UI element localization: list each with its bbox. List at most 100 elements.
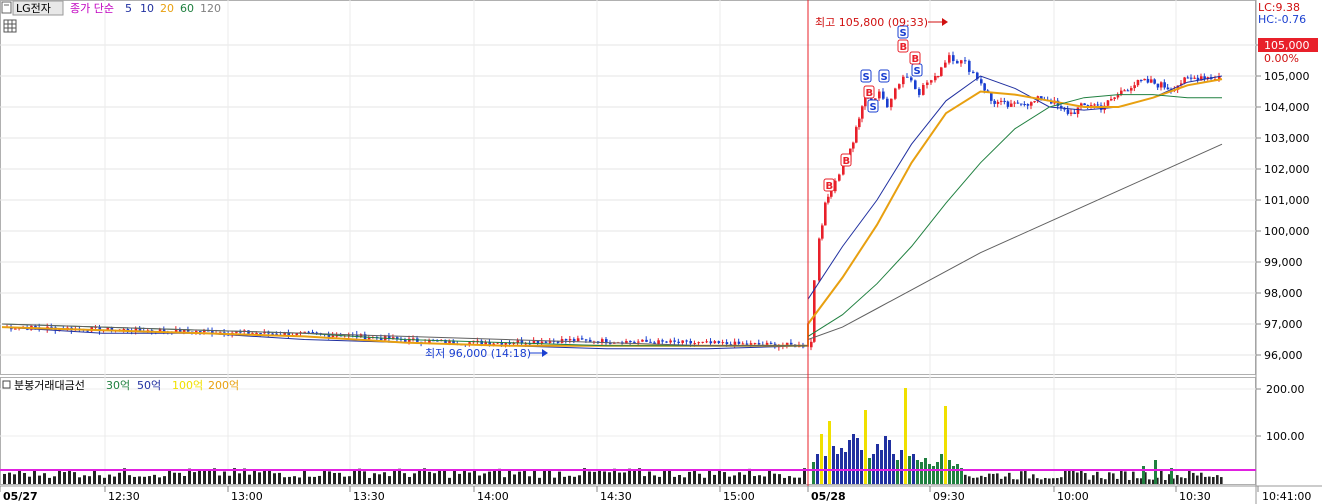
ma5-label: 5: [125, 2, 132, 15]
candle-body: [930, 80, 933, 83]
candle-body: [827, 196, 830, 203]
volume-bar: [398, 468, 401, 484]
table-grid-icon[interactable]: [3, 19, 17, 33]
candle-body: [882, 91, 885, 99]
volume-bar: [543, 470, 546, 484]
candle-body: [753, 343, 757, 345]
candle-body: [657, 340, 660, 345]
volume-bar: [852, 434, 855, 484]
candle-body: [993, 100, 996, 104]
ma20-label: 20: [160, 2, 174, 15]
candle-body: [990, 92, 993, 101]
volume-bar: [563, 476, 566, 484]
volume-bar: [1108, 472, 1111, 484]
volume-bar: [1192, 472, 1195, 484]
volume-bar: [598, 470, 601, 484]
candle-body: [890, 98, 893, 108]
volume-bar: [43, 473, 46, 484]
candle-body: [741, 343, 745, 345]
price-tick-label: 99,000: [1264, 256, 1303, 269]
volume-bar: [944, 406, 947, 484]
volume-bar: [338, 472, 341, 484]
volume-bar: [278, 472, 281, 484]
volume-bar: [968, 476, 971, 484]
volume-bar: [353, 470, 356, 484]
volume-bar: [1148, 479, 1151, 484]
volume-bar: [683, 477, 686, 484]
volume-bar: [58, 469, 61, 484]
volume-bar: [844, 452, 847, 484]
volume-bar: [693, 469, 696, 484]
candle-body: [1070, 112, 1073, 114]
candle-body: [504, 342, 508, 345]
volume-bar: [453, 470, 456, 484]
time-tick-label: 10:30: [1179, 490, 1211, 503]
candle-body: [1076, 107, 1080, 114]
price-tick-label: 97,000: [1264, 318, 1303, 331]
candle-body: [580, 338, 584, 340]
volume-bar: [23, 472, 26, 484]
volume-bar: [1056, 478, 1059, 484]
volume-bar: [178, 472, 181, 484]
volume-bar: [203, 470, 206, 484]
volume-bar: [948, 460, 951, 484]
volume-bar: [952, 466, 955, 484]
price-tick-label: 105,000: [1264, 70, 1310, 83]
volume-bar: [763, 476, 766, 484]
volume-panel-toggle-icon[interactable]: [2, 380, 11, 389]
volume-bar: [393, 470, 396, 484]
candle-body: [906, 76, 909, 78]
volume-bar: [1016, 479, 1019, 484]
candle-body: [1136, 79, 1140, 86]
volume-bar: [1052, 478, 1055, 484]
volume-level-100: 100억: [172, 379, 203, 392]
time-tick-label: 13:00: [231, 490, 263, 503]
candle-body: [902, 76, 905, 85]
candle-body: [1033, 101, 1036, 103]
candle-body: [960, 60, 963, 64]
volume-bar: [1076, 472, 1079, 484]
low-annotation: 최저 96,000 (14:18): [425, 347, 531, 360]
volume-bar: [73, 472, 76, 484]
candle-body: [861, 106, 864, 119]
high-annotation: 최고 105,800 (09:33): [815, 16, 928, 29]
volume-bar: [856, 438, 859, 484]
volume-bar: [1212, 476, 1215, 484]
volume-bar: [93, 469, 96, 484]
candle-body: [926, 82, 929, 85]
volume-bar: [1092, 475, 1095, 484]
volume-bar: [828, 421, 831, 484]
candle-body: [275, 333, 278, 335]
volume-bar: [896, 460, 899, 484]
volume-bar: [33, 469, 36, 484]
volume-bar: [403, 473, 406, 484]
candle-body: [948, 55, 951, 63]
candle-body: [198, 331, 202, 333]
volume-bar: [223, 471, 226, 484]
volume-tick-label: 100.00: [1266, 430, 1305, 443]
volume-bar: [493, 470, 496, 484]
volume-bar: [298, 477, 301, 484]
volume-bar: [78, 477, 81, 484]
volume-bar: [163, 476, 166, 484]
volume-bar: [263, 471, 266, 484]
candle-body: [689, 340, 693, 344]
volume-bar: [503, 477, 506, 484]
time-tick-label: 05/27: [3, 490, 38, 503]
candle-body: [681, 340, 684, 343]
volume-bar: [13, 474, 16, 484]
candle-body: [1156, 83, 1160, 88]
volume-bar: [723, 472, 726, 484]
volume-bar: [38, 475, 41, 484]
volume-bar: [768, 469, 771, 484]
stock-chart-window: BBSSSBSSBB 105,000 104,000 103,000 102,000 1…: [0, 0, 1322, 504]
time-tick-label: 12:30: [108, 490, 140, 503]
panel-toggle-icon[interactable]: [1, 1, 12, 14]
candle-body: [1083, 103, 1086, 106]
volume-bar: [153, 474, 156, 484]
candle-body: [1190, 77, 1193, 79]
volume-bar: [880, 450, 883, 484]
volume-bar: [992, 473, 995, 484]
volume-bar: [483, 473, 486, 484]
volume-bar: [608, 472, 611, 484]
